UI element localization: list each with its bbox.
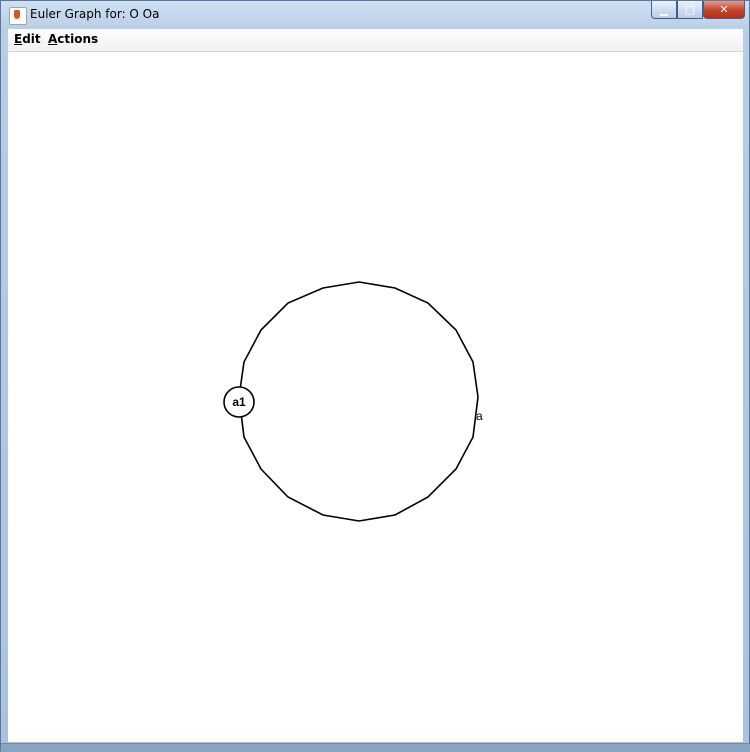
close-button[interactable]: ✕	[703, 1, 745, 19]
vertex-label: a1	[232, 395, 246, 409]
edge-label: a	[476, 409, 483, 423]
minimize-button[interactable]: ▁	[651, 1, 677, 19]
menu-bar: Edit Actions	[8, 29, 743, 52]
graph-drawing: a1 a	[223, 281, 483, 522]
window-title: Euler Graph for: O Oa	[30, 7, 160, 21]
menu-actions-rest: ctions	[57, 32, 99, 46]
java-app-icon	[9, 7, 27, 25]
menu-actions-mnemonic: A	[48, 32, 58, 46]
title-bar[interactable]: Euler Graph for: O Oa ▁ ▢ ✕	[1, 1, 749, 28]
menu-edit-mnemonic: E	[14, 32, 23, 46]
loop-edge[interactable]	[238, 281, 479, 522]
menu-edit-rest: dit	[22, 32, 41, 46]
graph-canvas[interactable]: a1 a	[8, 52, 743, 742]
menu-edit[interactable]: Edit	[14, 32, 41, 46]
taskbar-strip	[1, 743, 750, 752]
app-window: Euler Graph for: O Oa ▁ ▢ ✕ Edit Actions…	[0, 0, 750, 752]
menu-actions[interactable]: Actions	[48, 32, 98, 46]
maximize-button[interactable]: ▢	[677, 1, 703, 19]
